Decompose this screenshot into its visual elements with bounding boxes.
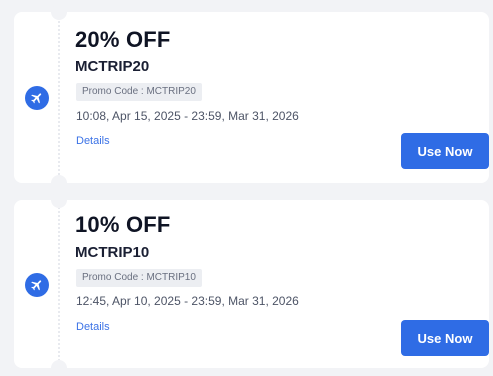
promo-code-badge: Promo Code : MCTRIP10: [76, 269, 202, 287]
use-now-button[interactable]: Use Now: [401, 133, 489, 169]
coupon-notch: [51, 192, 67, 208]
use-now-button[interactable]: Use Now: [401, 320, 489, 356]
validity-period: 10:08, Apr 15, 2025 - 23:59, Mar 31, 202…: [76, 109, 299, 123]
coupon-card: 20% OFF MCTRIP20 Promo Code : MCTRIP20 1…: [14, 4, 489, 191]
promo-code-badge: Promo Code : MCTRIP20: [76, 83, 202, 101]
coupon-code: MCTRIP10: [75, 244, 150, 261]
coupon-notch: [51, 175, 67, 191]
discount-title: 10% OFF: [75, 212, 171, 237]
details-link[interactable]: Details: [76, 321, 110, 333]
coupon-notch: [51, 360, 67, 376]
details-link[interactable]: Details: [76, 135, 110, 147]
airplane-icon: [25, 273, 49, 297]
coupon-code: MCTRIP20: [75, 58, 150, 75]
coupon-notch: [51, 4, 67, 20]
airplane-icon: [25, 86, 49, 110]
discount-title: 20% OFF: [75, 27, 171, 52]
validity-period: 12:45, Apr 10, 2025 - 23:59, Mar 31, 202…: [76, 294, 299, 308]
coupon-card: 10% OFF MCTRIP10 Promo Code : MCTRIP10 1…: [14, 192, 489, 376]
top-divider: [0, 0, 493, 10]
